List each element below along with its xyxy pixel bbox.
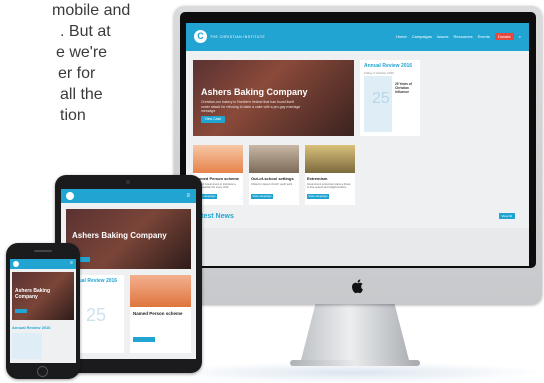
ipad-card-button[interactable] — [133, 337, 155, 342]
annual-review-panel[interactable]: Annual Review 2016 Friday 2 October 2016… — [360, 60, 420, 136]
imac-stand — [300, 304, 410, 364]
iphone-screen: ≡ Ashers Baking Company Annual Review 20… — [10, 259, 76, 363]
search-icon[interactable]: ⌕ — [519, 34, 521, 39]
site-nav: Home Campaigns Issues Resources Events D… — [396, 33, 521, 40]
ipad-hero-title: Ashers Baking Company — [72, 231, 167, 240]
nav-issues[interactable]: Issues — [437, 34, 449, 39]
hero-view-button[interactable]: View Case — [201, 116, 225, 123]
intro-line: mobile and — [52, 2, 131, 19]
nav-home[interactable]: Home — [396, 34, 407, 39]
annual-review-date: Friday 2 October 2016 — [364, 71, 394, 75]
iphone-logo-icon[interactable] — [13, 261, 19, 267]
ipad-hero-banner[interactable]: Ashers Baking Company — [66, 209, 191, 269]
apple-logo-icon — [352, 279, 363, 294]
iphone-home-button[interactable] — [37, 366, 48, 377]
ipad-card-title: Named Person scheme — [133, 311, 183, 316]
imac-screen: C THE CHRISTIAN INSTITUTE Home Campaigns… — [186, 23, 529, 266]
card-title: Out-of-school settings — [251, 176, 294, 181]
card-button[interactable]: View campaign — [307, 194, 329, 199]
site-logo[interactable]: C THE CHRISTIAN INSTITUTE — [194, 30, 265, 43]
site-header: C THE CHRISTIAN INSTITUTE Home Campaigns… — [186, 23, 529, 51]
view-all-button[interactable]: View All — [498, 213, 515, 219]
ipad-campaign-card[interactable]: Named Person scheme — [130, 275, 191, 353]
campaign-card[interactable]: Out-of-school settings Ofsted to inspect… — [249, 145, 299, 205]
iphone-hero-title: Ashers Baking Company — [15, 288, 51, 300]
intro-line: er for — [58, 65, 96, 82]
iphone-hero-button[interactable] — [15, 309, 27, 313]
nav-resources[interactable]: Resources — [453, 34, 472, 39]
iphone-site-header: ≡ — [10, 259, 76, 269]
nav-donate-button[interactable]: Donate — [494, 33, 514, 40]
campaign-card[interactable]: Extremism Government extremism plans a t… — [305, 145, 355, 205]
ipad-camera — [126, 180, 130, 184]
annual-review-number: 25 — [372, 90, 390, 107]
news-strip — [186, 228, 529, 266]
ipad-card-image — [130, 275, 191, 307]
iphone-speaker — [34, 250, 52, 252]
iphone-annual-title: Annual Review 2016 — [12, 325, 51, 330]
card-title: Extremism — [307, 176, 328, 181]
intro-line: all the — [60, 86, 103, 103]
intro-line: tion — [60, 107, 86, 124]
menu-icon[interactable]: ≡ — [186, 193, 190, 199]
card-text: Ofsted to inspect church youth work — [251, 183, 293, 186]
ipad-screen: ≡ Ashers Baking Company Annual Review 20… — [61, 189, 196, 359]
imac-device: C THE CHRISTIAN INSTITUTE Home Campaigns… — [174, 6, 542, 304]
card-button[interactable]: View campaign — [251, 194, 273, 199]
nav-events[interactable]: Events — [478, 34, 490, 39]
imac-stand-base — [290, 360, 420, 366]
annual-review-title: Annual Review 2016 — [364, 63, 413, 69]
card-image — [193, 145, 243, 173]
annual-review-note: 25 Years of Christian Influence — [395, 82, 412, 94]
card-text: Government extremism plans a threat to f… — [307, 183, 351, 190]
campaign-cards: Named Person scheme Scottish Government … — [193, 145, 355, 205]
iphone-device: ≡ Ashers Baking Company Annual Review 20… — [6, 243, 80, 379]
hero-banner[interactable]: Ashers Baking Company Christian-run bake… — [193, 60, 354, 136]
card-image — [249, 145, 299, 173]
intro-line: e we're — [56, 44, 108, 61]
nav-campaigns[interactable]: Campaigns — [412, 34, 432, 39]
imac-chin — [174, 268, 542, 304]
hero-title: Ashers Baking Company — [201, 87, 308, 97]
iphone-annual-cover — [12, 333, 42, 359]
card-title: Named Person scheme — [195, 176, 240, 181]
iphone-hero-banner[interactable]: Ashers Baking Company — [12, 272, 74, 320]
card-image — [305, 145, 355, 173]
logo-mark-icon: C — [194, 30, 207, 43]
ipad-annual-number: 25 — [86, 305, 107, 325]
hero-subtitle: Christian-run bakery in Northern Ireland… — [201, 100, 301, 113]
menu-icon[interactable]: ≡ — [70, 261, 73, 266]
intro-line: . But at — [60, 23, 111, 40]
ipad-site-header: ≡ — [61, 189, 196, 203]
ipad-logo-icon[interactable] — [66, 192, 74, 200]
logo-text: THE CHRISTIAN INSTITUTE — [210, 34, 266, 39]
